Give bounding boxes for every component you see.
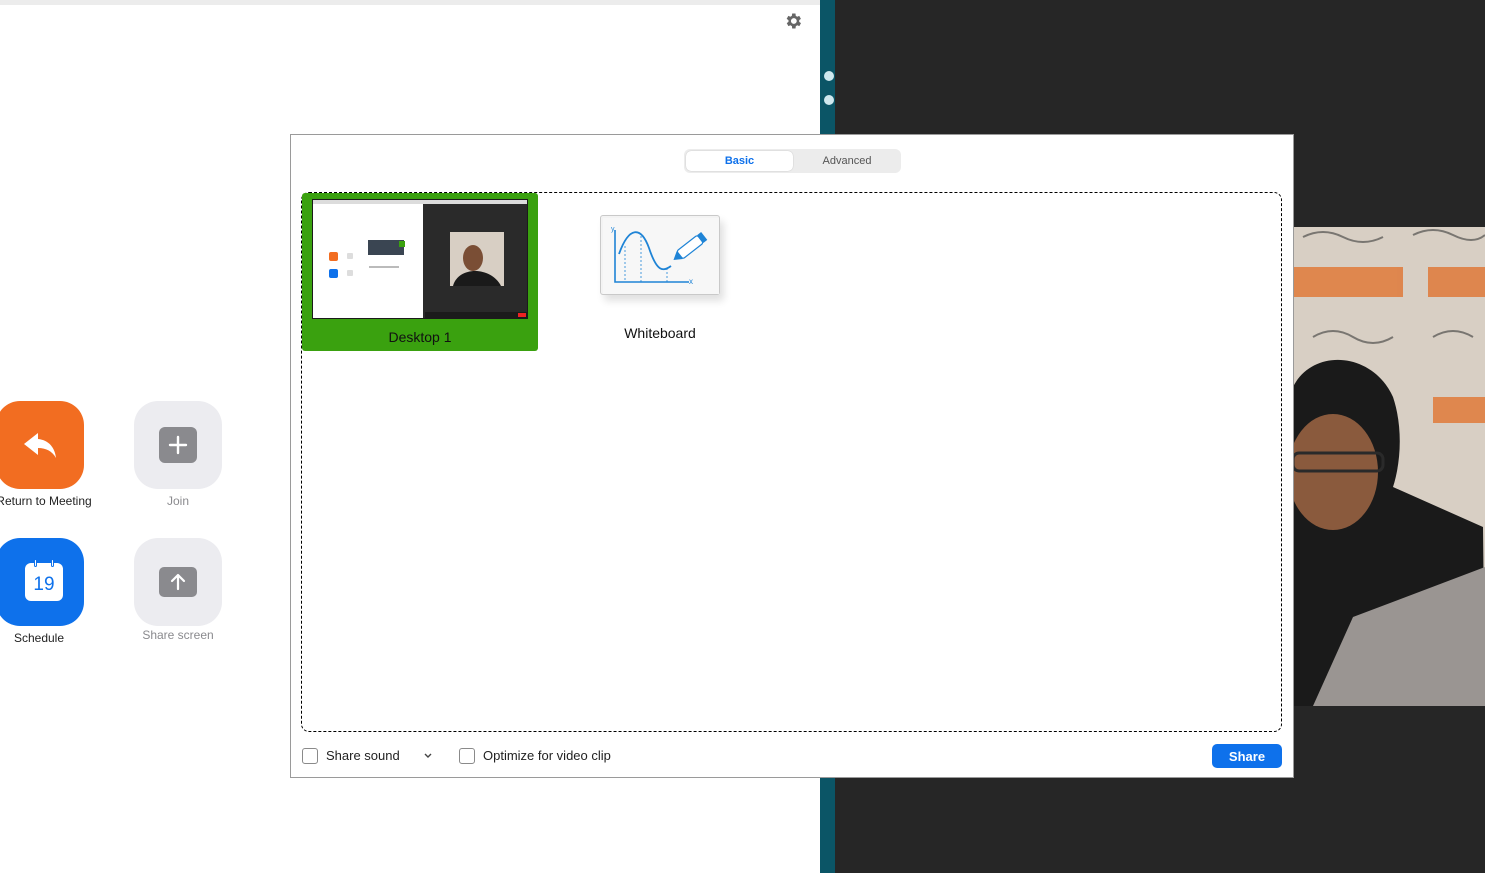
calendar-date: 19 <box>33 574 55 595</box>
tab-switcher: Basic Advanced <box>684 149 901 173</box>
share-screen-button[interactable] <box>134 538 222 626</box>
schedule-button[interactable]: 19 <box>0 538 84 626</box>
return-to-meeting-label: Return to Meeting <box>0 494 92 508</box>
source-desktop-1[interactable]: Desktop 1 <box>302 193 538 351</box>
schedule-label: Schedule <box>13 631 65 645</box>
optimize-video-label: Optimize for video clip <box>483 748 611 763</box>
plus-icon <box>159 427 197 463</box>
source-label: Whiteboard <box>624 325 696 341</box>
whiteboard-icon: y x <box>603 218 719 294</box>
tab-basic[interactable]: Basic <box>686 151 793 171</box>
share-screen-dialog: Basic Advanced Desktop 1 y x Whiteboard … <box>290 134 1294 778</box>
reply-arrow-icon <box>24 433 56 458</box>
participant-video <box>1293 227 1485 706</box>
join-button[interactable] <box>134 401 222 489</box>
share-button[interactable]: Share <box>1212 744 1282 768</box>
title-bar <box>0 0 820 5</box>
desktop-thumbnail <box>312 199 528 319</box>
tab-advanced[interactable]: Advanced <box>795 151 899 171</box>
share-screen-label: Share screen <box>142 628 214 642</box>
share-sound-checkbox[interactable] <box>302 748 318 764</box>
optimize-video-checkbox[interactable] <box>459 748 475 764</box>
source-label: Desktop 1 <box>388 329 452 345</box>
svg-text:y: y <box>611 226 615 233</box>
return-to-meeting-button[interactable] <box>0 401 84 489</box>
svg-text:x: x <box>689 277 693 286</box>
calendar-icon: 19 <box>25 559 63 601</box>
window-control-dot <box>824 95 834 105</box>
chevron-down-icon[interactable] <box>423 752 433 760</box>
source-whiteboard[interactable]: y x <box>600 215 720 295</box>
window-control-dot <box>824 71 834 81</box>
gear-icon[interactable] <box>783 11 803 31</box>
join-label: Join <box>166 494 189 508</box>
share-sound-label: Share sound <box>326 748 400 763</box>
upload-arrow-icon <box>159 567 197 597</box>
